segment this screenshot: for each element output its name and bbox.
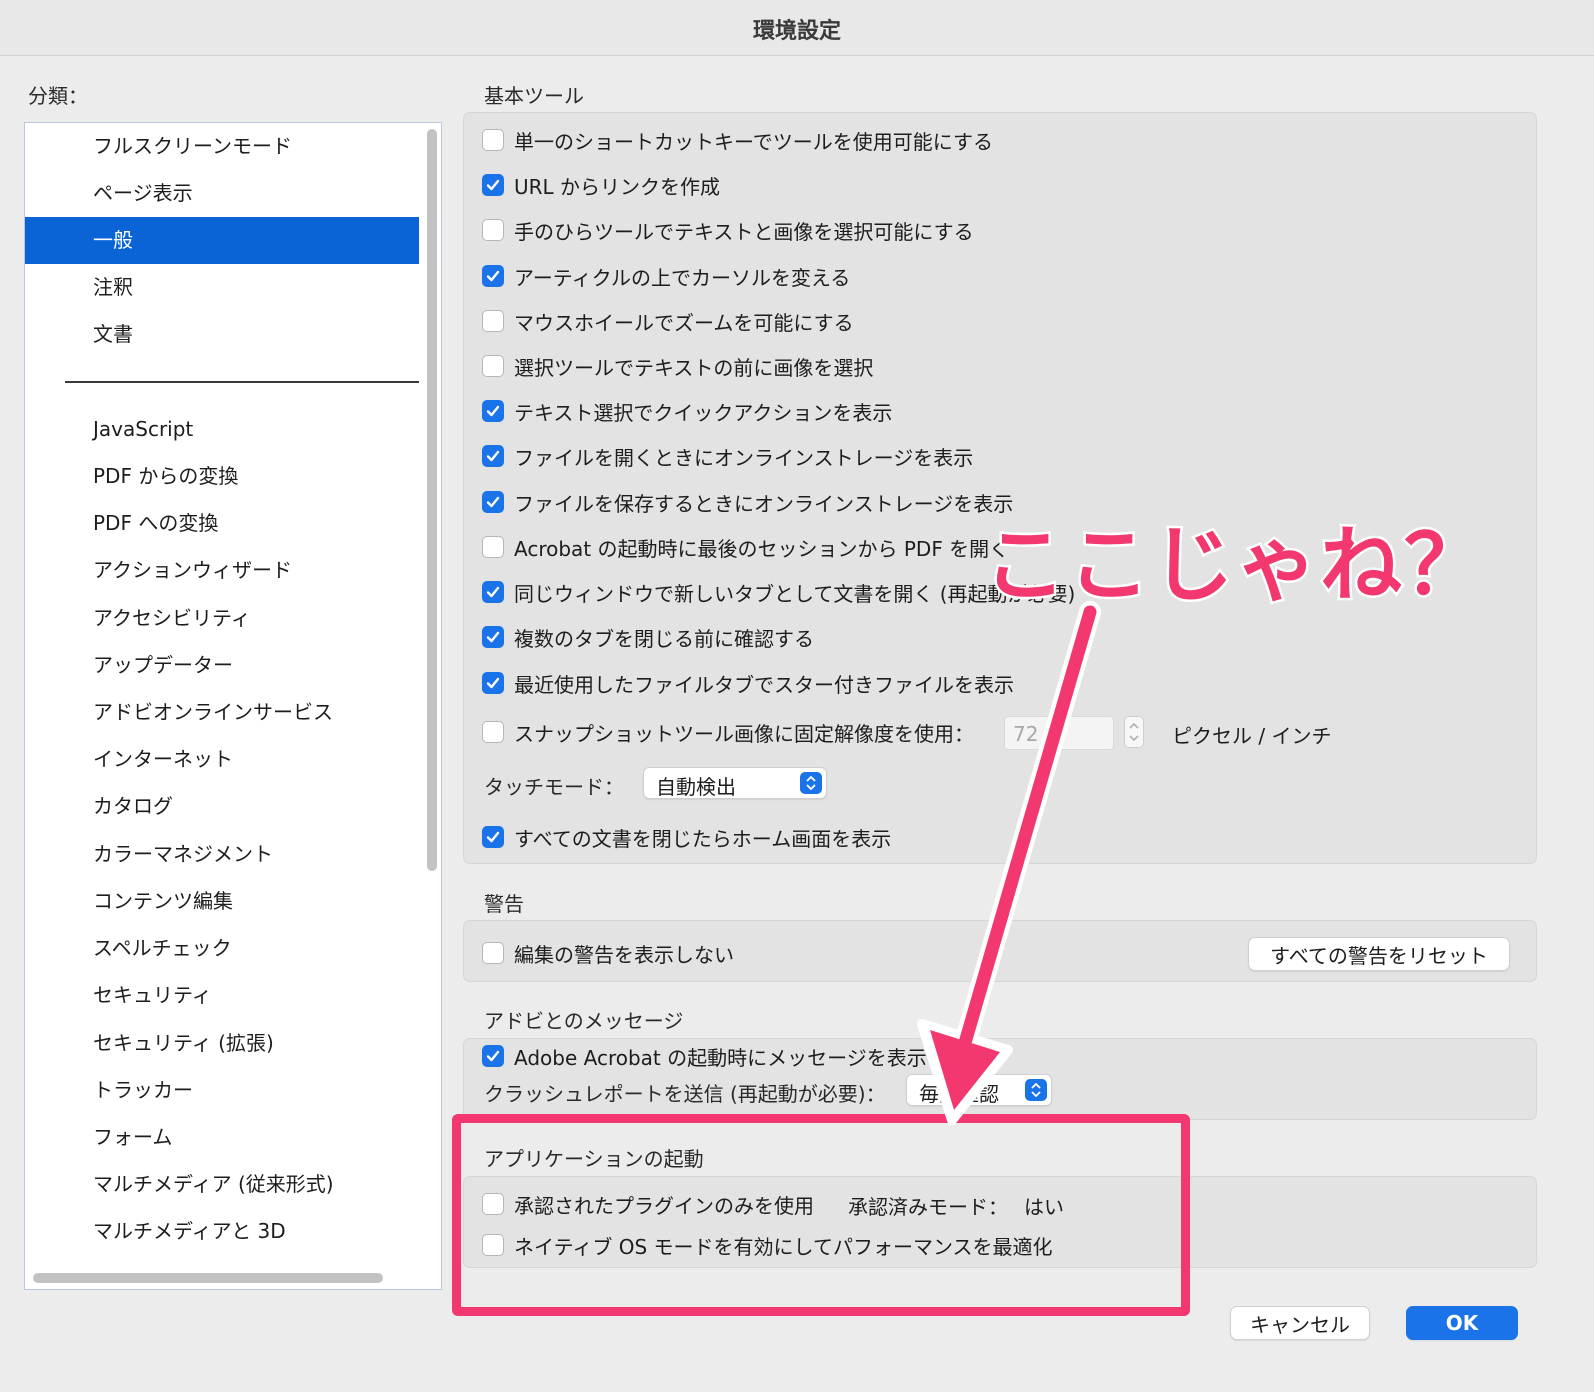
annotation-arrow-icon <box>917 601 1101 1125</box>
preferences-window: 環境設定 分類： フルスクリーンモード ページ表示 一般 注釈 文書 JavaS… <box>0 0 1594 1392</box>
annotation-text: ここじゃね？ <box>981 516 1489 616</box>
